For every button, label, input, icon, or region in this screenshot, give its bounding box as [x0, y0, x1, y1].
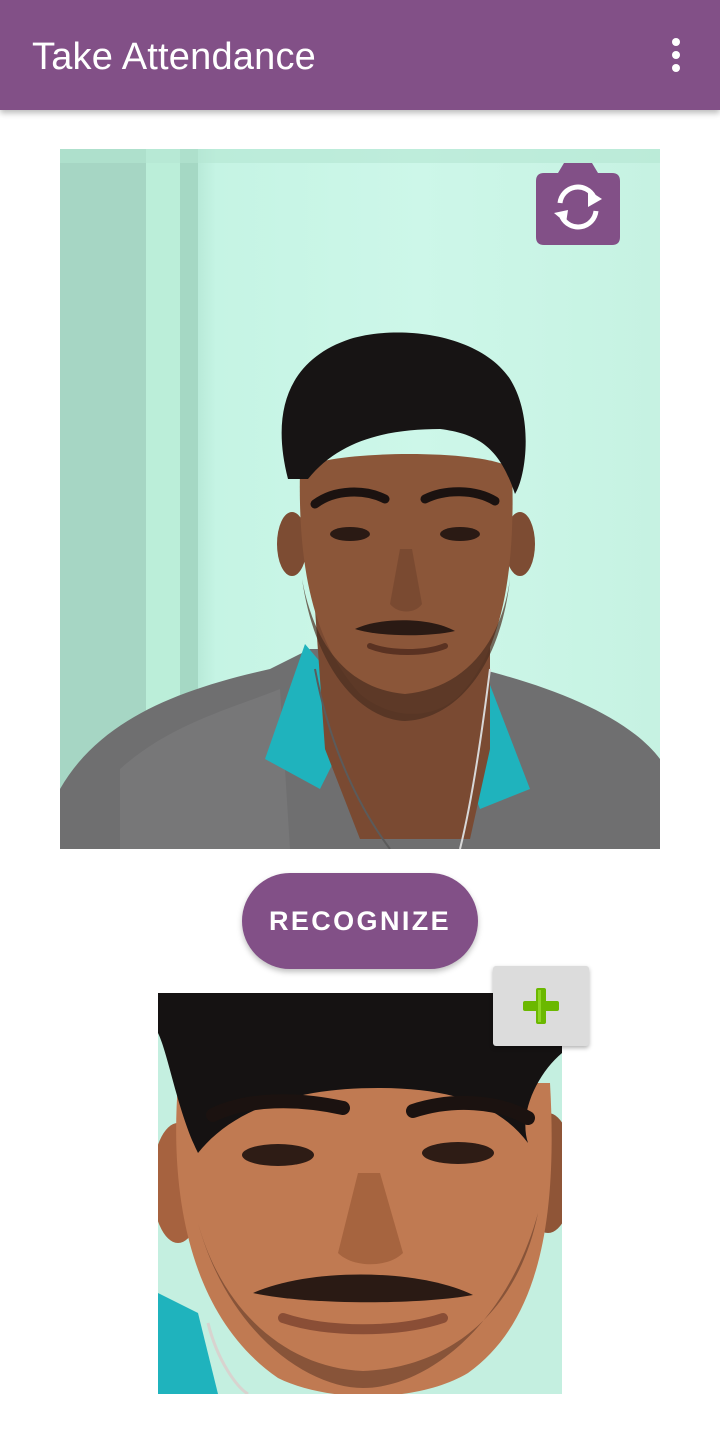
overflow-dot	[672, 51, 680, 59]
app-bar: Take Attendance	[0, 0, 720, 110]
take-attendance-screen: Take Attendance RECOGNIZE	[0, 0, 720, 1444]
eye-right	[440, 527, 480, 541]
eye-left	[330, 527, 370, 541]
add-face-button[interactable]	[493, 966, 589, 1046]
ceiling-edge	[60, 149, 660, 163]
overflow-dot	[672, 64, 680, 72]
add-plus-icon	[523, 988, 559, 1024]
app-bar-title: Take Attendance	[32, 36, 316, 78]
switch-camera-icon[interactable]	[530, 163, 626, 245]
camera-preview-image	[60, 149, 660, 849]
more-vert-icon[interactable]	[652, 30, 700, 80]
camera-preview	[60, 149, 660, 849]
detected-face-image	[158, 993, 562, 1394]
detected-face-picture	[158, 993, 562, 1394]
overflow-dot	[672, 38, 680, 46]
recognize-button[interactable]: RECOGNIZE	[242, 873, 478, 969]
